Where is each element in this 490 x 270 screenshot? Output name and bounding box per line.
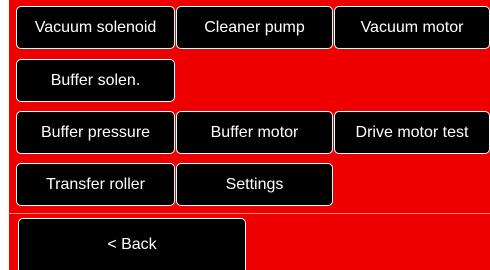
test-menu-screen: Vacuum solenoid Cleaner pump Vacuum moto… bbox=[9, 0, 490, 270]
buffer-motor-button[interactable]: Buffer motor bbox=[176, 111, 333, 154]
drive-motor-test-button[interactable]: Drive motor test bbox=[334, 111, 490, 154]
vacuum-motor-button[interactable]: Vacuum motor bbox=[334, 6, 490, 49]
buffer-pressure-button[interactable]: Buffer pressure bbox=[16, 111, 175, 154]
settings-button[interactable]: Settings bbox=[176, 163, 333, 206]
transfer-roller-button[interactable]: Transfer roller bbox=[16, 163, 175, 206]
buffer-solenoid-button[interactable]: Buffer solen. bbox=[16, 59, 175, 102]
back-button[interactable]: < Back bbox=[18, 218, 246, 270]
vacuum-solenoid-button[interactable]: Vacuum solenoid bbox=[16, 6, 175, 49]
cleaner-pump-button[interactable]: Cleaner pump bbox=[176, 6, 333, 49]
divider bbox=[9, 213, 490, 214]
